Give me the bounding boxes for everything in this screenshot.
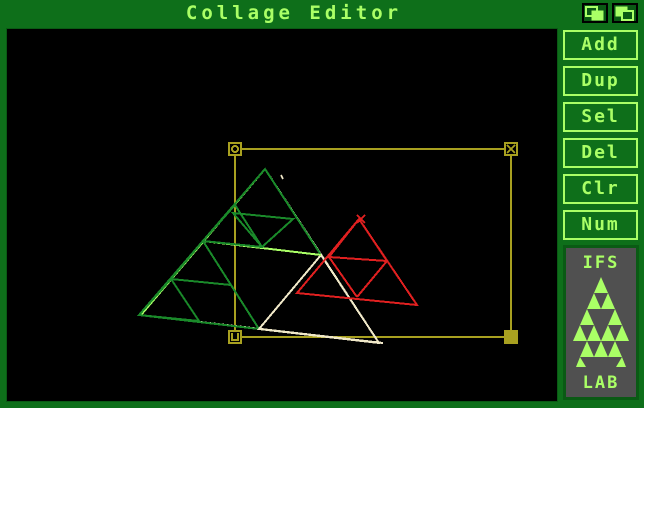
handle-top-right[interactable] xyxy=(504,142,518,156)
collage-drawing[interactable] xyxy=(7,29,559,403)
handle-top-left[interactable] xyxy=(228,142,242,156)
del-button[interactable]: Del xyxy=(563,138,638,168)
collage-canvas[interactable] xyxy=(6,28,558,402)
ifs-lab-logo: IFS LAB xyxy=(563,245,639,400)
collage-editor-window: Collage Editor Add Dup Sel Del Clr Num I… xyxy=(0,0,644,408)
handle-bottom-left[interactable] xyxy=(228,330,242,344)
logo-text-top: IFS xyxy=(582,253,620,273)
num-button[interactable]: Num xyxy=(563,210,638,240)
add-button[interactable]: Add xyxy=(563,30,638,60)
depth-back-gadget[interactable] xyxy=(612,3,638,23)
title-bar[interactable]: Collage Editor xyxy=(0,0,644,26)
transform-red-triangle[interactable] xyxy=(295,214,420,307)
depth-front-gadget[interactable] xyxy=(582,3,608,23)
transform-large-triangle[interactable] xyxy=(136,167,384,345)
depth-front-icon xyxy=(585,6,604,21)
handle-bottom-right[interactable] xyxy=(504,330,518,344)
depth-back-icon xyxy=(615,6,634,21)
window-title: Collage Editor xyxy=(185,2,403,24)
sierpinski-triangle-icon xyxy=(573,277,629,367)
sel-button[interactable]: Sel xyxy=(563,102,638,132)
dup-button[interactable]: Dup xyxy=(563,66,638,96)
clr-button[interactable]: Clr xyxy=(563,174,638,204)
logo-text-bottom: LAB xyxy=(582,373,620,393)
